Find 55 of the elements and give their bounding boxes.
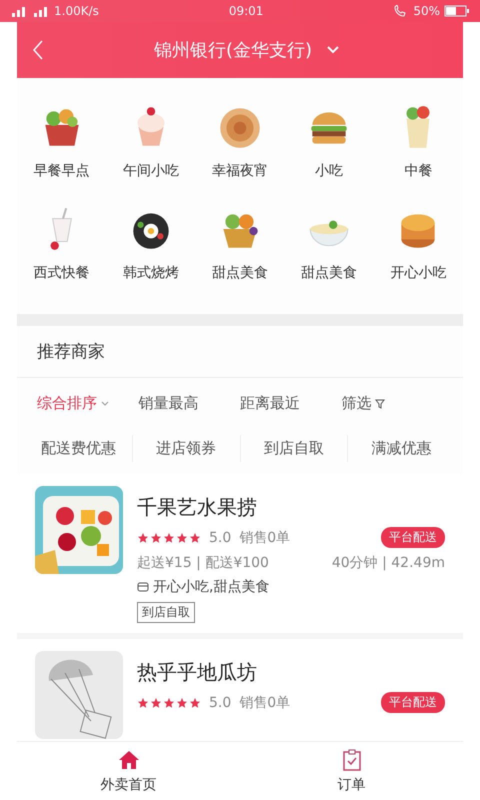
rating: 5.0 [209,694,232,710]
clock: 09:01 [228,4,264,18]
sort-option[interactable]: 销量最高 [138,390,198,417]
delivery-badge: 平台配送 [381,527,445,548]
delivery-time-distance: 40分钟 | 42.49m [332,554,445,572]
nav-tab[interactable]: 订单 [240,742,463,800]
sales-count: 销售0单 [239,528,290,546]
filter-option[interactable]: 进店领券 [132,435,240,462]
location-title[interactable]: 锦州银行(金华支行) [154,38,312,62]
star-icon [189,696,201,708]
category-label[interactable]: 幸福夜宵 [212,162,268,180]
star-icon [150,696,162,708]
network-speed: 1.00K/s [54,4,99,18]
filter-icon [374,398,384,408]
category-label[interactable]: 西式快餐 [34,264,90,282]
shop-icon [137,581,149,593]
filter-option[interactable]: 满减优惠 [348,435,455,462]
category-label[interactable]: 小吃 [315,162,344,180]
sort-option[interactable]: 综合排序 [37,390,110,417]
delivery-fees: 起送¥15 | 配送¥100 [137,554,269,572]
store-name[interactable]: 千果艺水果捞 [137,494,445,521]
section-title: 推荐商家 [17,326,463,378]
sort-option[interactable]: 筛选 [342,390,384,417]
sales-count: 销售0单 [239,694,290,712]
category-label[interactable]: 早餐早点 [34,162,90,180]
signal-icon [10,5,50,17]
category-label[interactable]: 中餐 [404,162,432,180]
rating: 5.0 [209,530,232,546]
battery-percent: 50% [413,4,440,18]
star-icon [150,532,162,544]
store-name[interactable]: 热乎乎地瓜坊 [137,659,445,686]
star-icon [137,696,149,708]
delivery-badge: 平台配送 [381,692,445,713]
category-label[interactable]: 午间小吃 [122,162,179,180]
star-icon [163,532,175,544]
category-label[interactable]: 甜点美食 [301,264,358,282]
back-icon[interactable] [31,39,45,61]
star-icon [189,532,201,544]
sort-option[interactable]: 距离最近 [240,390,300,417]
star-icon [176,532,188,544]
nav-tab[interactable]: 外卖首页 [17,742,240,800]
filter-option[interactable]: 配送费优惠 [25,435,133,462]
category-label[interactable]: 甜点美食 [212,264,268,282]
service-tag: 到店自取 [137,602,195,623]
category-label[interactable]: 开心小吃 [390,264,446,282]
chevron-down-icon [100,398,110,408]
star-icon [176,696,188,708]
home-icon [116,748,140,772]
star-icon [163,696,175,708]
chevron-down-icon[interactable] [326,45,340,55]
category-label[interactable]: 韩式烧烤 [122,264,179,282]
filter-option[interactable]: 到店自取 [240,435,348,462]
battery-icon [444,5,470,17]
store-categories: 开心小吃,甜点美食 [153,578,270,596]
star-icon [137,532,149,544]
